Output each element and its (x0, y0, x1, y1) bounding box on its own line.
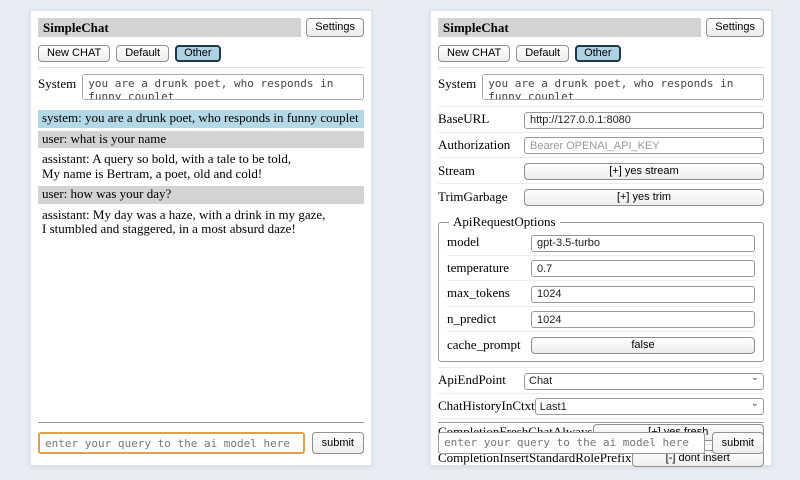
setting-label: max_tokens (447, 285, 510, 301)
setting-row-trim-garbage: TrimGarbage [+] yes trim (438, 183, 764, 209)
chat-message-assistant: assistant: A query so bold, with a tale … (38, 151, 364, 183)
chat-history-select[interactable]: Last1 (535, 398, 764, 415)
separator (38, 422, 364, 423)
base-url-input[interactable] (524, 112, 764, 129)
temperature-input[interactable] (531, 260, 755, 277)
setting-label: n_predict (447, 311, 496, 327)
max-tokens-input[interactable] (531, 286, 755, 303)
chat-message-user: user: how was your day? (38, 186, 364, 204)
setting-row-temperature: temperature (447, 255, 755, 281)
trim-garbage-toggle-button[interactable]: [+] yes trim (524, 189, 764, 206)
submit-button[interactable]: submit (312, 432, 364, 454)
system-prompt-input[interactable]: you are a drunk poet, who responds in fu… (482, 74, 764, 100)
setting-row-authorization: Authorization (438, 132, 764, 158)
setting-row-chat-history: ChatHistoryInCtxt Last1 ⌄ (438, 393, 764, 419)
setting-label: temperature (447, 260, 509, 276)
session-tabs: New CHAT Default Other (438, 45, 764, 62)
session-tab-other[interactable]: Other (175, 45, 221, 62)
chat-message-list: system: you are a drunk poet, who respon… (38, 110, 364, 239)
setting-label: Authorization (438, 137, 510, 153)
api-endpoint-select[interactable]: Chat (524, 373, 764, 390)
chat-message-system: system: you are a drunk poet, who respon… (38, 110, 364, 128)
api-request-options-legend: ApiRequestOptions (449, 214, 560, 230)
model-input[interactable] (531, 235, 755, 252)
system-label: System (38, 74, 76, 92)
chat-panel: SimpleChat Settings New CHAT Default Oth… (30, 10, 372, 466)
setting-label: Stream (438, 163, 475, 179)
session-tab-default[interactable]: Default (116, 45, 169, 62)
stream-toggle-button[interactable]: [+] yes stream (524, 163, 764, 180)
system-prompt-row: System you are a drunk poet, who respond… (438, 74, 764, 100)
settings-panel: SimpleChat Settings New CHAT Default Oth… (430, 10, 772, 466)
setting-label: TrimGarbage (438, 189, 508, 205)
chat-message-user: user: what is your name (38, 131, 364, 149)
session-tab-other[interactable]: Other (575, 45, 621, 62)
app-title: SimpleChat (38, 18, 301, 37)
n-predict-input[interactable] (531, 311, 755, 328)
separator (438, 422, 764, 423)
session-tab-default[interactable]: Default (516, 45, 569, 62)
setting-row-model: model (447, 230, 755, 255)
session-tabs: New CHAT Default Other (38, 45, 364, 62)
settings-button[interactable]: Settings (306, 18, 364, 37)
query-input[interactable] (38, 432, 305, 454)
setting-row-n-predict: n_predict (447, 306, 755, 332)
setting-label: model (447, 234, 480, 250)
setting-row-base-url: BaseURL (438, 106, 764, 132)
query-bar: submit (38, 422, 364, 454)
setting-label: BaseURL (438, 111, 489, 127)
system-prompt-input[interactable]: you are a drunk poet, who responds in fu… (82, 74, 364, 100)
session-tab-new-chat[interactable]: New CHAT (438, 45, 510, 62)
system-prompt-row: System you are a drunk poet, who respond… (38, 74, 364, 100)
setting-label: ChatHistoryInCtxt (438, 398, 535, 414)
query-bar: submit (438, 422, 764, 454)
separator (38, 67, 364, 68)
settings-list: BaseURL Authorization Stream [+] yes str… (438, 106, 764, 470)
setting-label: cache_prompt (447, 337, 521, 353)
title-bar: SimpleChat Settings (38, 18, 364, 37)
chat-message-assistant: assistant: My day was a haze, with a dri… (38, 207, 364, 239)
title-bar: SimpleChat Settings (438, 18, 764, 37)
query-input[interactable] (438, 432, 705, 454)
submit-button[interactable]: submit (712, 432, 764, 454)
api-request-options-group: ApiRequestOptions model temperature max_… (438, 214, 764, 362)
session-tab-new-chat[interactable]: New CHAT (38, 45, 110, 62)
separator (438, 67, 764, 68)
authorization-input[interactable] (524, 137, 764, 154)
setting-row-api-endpoint: ApiEndPoint Chat ⌄ (438, 367, 764, 393)
setting-label: ApiEndPoint (438, 372, 506, 388)
cache-prompt-toggle-button[interactable]: false (531, 337, 755, 354)
setting-row-stream: Stream [+] yes stream (438, 157, 764, 183)
setting-row-cache-prompt: cache_prompt false (447, 331, 755, 357)
system-label: System (438, 74, 476, 92)
settings-button[interactable]: Settings (706, 18, 764, 37)
app-title: SimpleChat (438, 18, 701, 37)
setting-row-max-tokens: max_tokens (447, 280, 755, 306)
